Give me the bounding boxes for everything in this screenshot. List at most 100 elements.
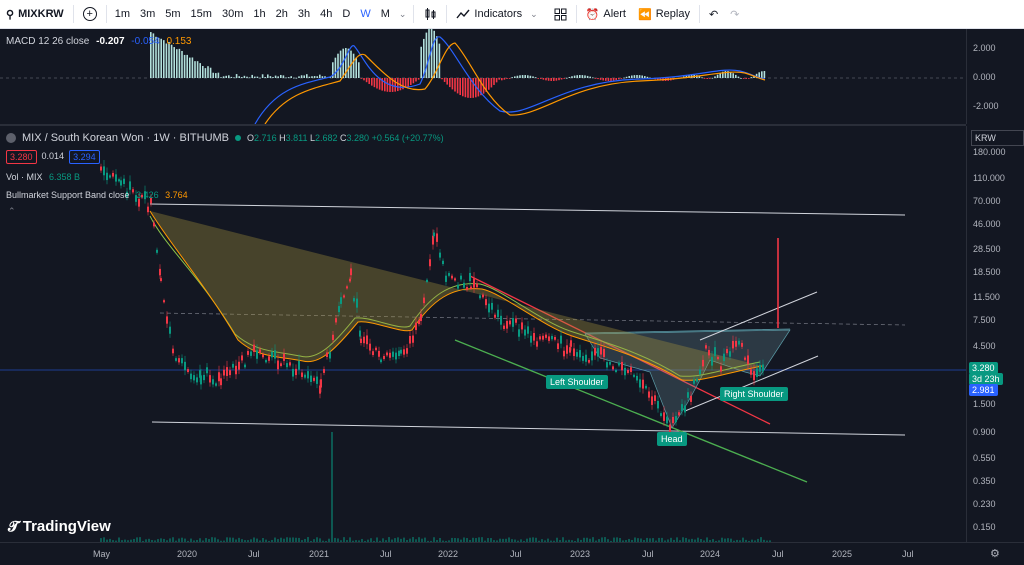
candle-body (666, 416, 668, 424)
band-value-1: 3.426 (136, 190, 159, 200)
candle-body (612, 366, 614, 370)
candle-body (106, 172, 108, 181)
interval-dropdown-chevron-icon[interactable]: ⌄ (395, 9, 411, 20)
macd-histogram-bar (202, 65, 204, 78)
candle-body (400, 349, 402, 354)
candle-body (120, 180, 122, 186)
alert-button[interactable]: ⏰ Alert (580, 0, 632, 28)
candle-body (696, 378, 698, 382)
interval-4h[interactable]: 4h (315, 8, 337, 20)
candle-body (206, 367, 208, 374)
macd-histogram-bar (337, 53, 339, 78)
macd-price-axis[interactable]: 2.000 0.000 -2.000 (966, 29, 1024, 124)
macd-histogram-bar (732, 73, 734, 78)
candle-body (350, 268, 352, 276)
divider (698, 5, 700, 23)
macd-histogram-bar (532, 76, 534, 78)
macd-histogram-bar (516, 75, 519, 78)
candle-body (286, 363, 288, 368)
interval-m[interactable]: M (376, 8, 395, 20)
candle-body (506, 320, 508, 329)
interval-w[interactable]: W (355, 8, 375, 20)
symbol-search-button[interactable]: ⚲ MIXKRW (0, 0, 70, 28)
sell-price-button[interactable]: 3.280 (6, 150, 37, 164)
macd-histogram-bar (415, 78, 417, 82)
macd-pane[interactable]: MACD 12 26 close -0.207 -0.054 0.153 (0, 28, 966, 126)
layouts-button[interactable] (548, 0, 573, 28)
macd-histogram-bar (701, 77, 703, 79)
price-axis-tick: 28.500 (973, 244, 1001, 254)
candle-body (436, 233, 438, 242)
macd-histogram-bar (186, 54, 188, 78)
interval-1m[interactable]: 1m (110, 8, 135, 20)
macd-histogram-bar (287, 77, 290, 78)
undo-button[interactable]: ↶ (703, 0, 724, 28)
settings-gear-icon[interactable]: ⚙ (990, 547, 1000, 560)
candle-body (229, 370, 231, 376)
price-axis-tick: 11.500 (973, 292, 1000, 302)
time-axis[interactable]: May 2020 Jul 2021 Jul 2022 Jul 2023 Jul 2024 Jul 20… (0, 542, 1024, 565)
volume-legend: Vol · MIX 6.358 B (6, 172, 80, 182)
interval-15m[interactable]: 15m (186, 8, 217, 20)
interval-3h[interactable]: 3h (293, 8, 315, 20)
candle-body (603, 348, 605, 357)
candle-body (412, 335, 414, 343)
macd-histogram-bar (581, 75, 584, 78)
price-axis-tick: 0.900 (973, 427, 996, 437)
add-symbol-button[interactable]: + (77, 0, 103, 28)
candle-body (732, 340, 734, 349)
chart-type-button[interactable] (417, 0, 443, 28)
interval-1h[interactable]: 1h (248, 8, 270, 20)
macd-histogram-bar (514, 76, 516, 78)
macd-histogram-bar (563, 78, 565, 79)
macd-histogram-bar (280, 74, 282, 78)
macd-histogram-bar (584, 75, 586, 78)
candle-body (268, 356, 270, 361)
main-price-axis[interactable]: KRW 180.000 110.000 70.000 46.000 28.500 18.5… (966, 126, 1024, 542)
price-axis-tick: 18.500 (973, 267, 1001, 277)
macd-histogram-bar (472, 78, 474, 98)
interval-5m[interactable]: 5m (160, 8, 185, 20)
macd-histogram-bar (443, 78, 446, 82)
redo-button[interactable]: ↷ (724, 0, 745, 28)
macd-histogram-bar (316, 76, 318, 78)
main-chart-pane[interactable]: MIX / South Korean Won · 1W · BITHUMB O2… (0, 126, 966, 542)
time-axis-label: Jul (248, 549, 260, 559)
indicators-button[interactable]: Indicators ⌄ (450, 0, 547, 28)
buy-price-button[interactable]: 3.294 (69, 150, 100, 164)
tradingview-logo[interactable]: 𝓣 TradingView (8, 518, 111, 535)
macd-histogram-bar (407, 78, 409, 87)
price-axis-tick: 110.000 (973, 173, 1005, 183)
candle-body (451, 275, 453, 279)
open-value: 2.716 (254, 133, 277, 143)
candlestick-icon (425, 8, 436, 20)
macd-histogram-bar (386, 78, 389, 92)
time-axis-label: Jul (772, 549, 784, 559)
macd-histogram-bar (620, 78, 623, 79)
interval-2h[interactable]: 2h (271, 8, 293, 20)
macd-signal-value: 0.153 (166, 36, 192, 47)
divider (575, 5, 577, 23)
replay-button[interactable]: ⏪ Replay (632, 0, 696, 28)
collapse-legend-chevron-icon[interactable]: ⌃ (8, 206, 16, 217)
candle-body (648, 391, 650, 398)
currency-selector[interactable]: KRW (971, 130, 1024, 146)
interval-3m[interactable]: 3m (135, 8, 160, 20)
macd-histogram-bar (610, 78, 612, 81)
candle-body (378, 350, 380, 357)
candle-body (283, 353, 285, 361)
macd-histogram-bar (298, 76, 300, 78)
macd-histogram-bar (425, 32, 428, 78)
candle-body (259, 349, 261, 354)
macd-histogram-bar (248, 77, 251, 79)
interval-d[interactable]: D (337, 8, 355, 20)
candle-body (636, 375, 638, 381)
candle-body (693, 379, 695, 384)
candle-body (479, 295, 481, 299)
candle-body (720, 366, 722, 372)
interval-30m[interactable]: 30m (217, 8, 248, 20)
candle-body (738, 340, 740, 345)
candle-body (753, 371, 755, 381)
candle-body (660, 413, 662, 416)
channel-bottom-line (151, 421, 906, 436)
